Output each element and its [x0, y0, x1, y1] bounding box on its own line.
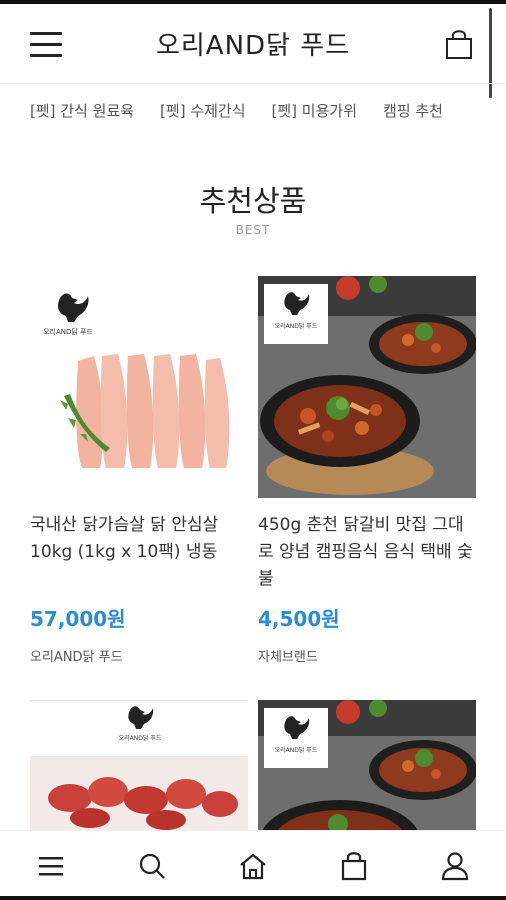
pan-main-dakgalbi	[260, 375, 420, 467]
pan-top-right	[369, 314, 476, 374]
product-card[interactable]: 오리AND닭 푸드 450g 춘천 닭갈비 맛집 그대로 양념 캠핑음식 음식 …	[258, 276, 476, 665]
product-image[interactable]: 오리AND닭 푸드	[258, 700, 476, 830]
menu-icon[interactable]	[31, 846, 71, 886]
category-item-camping[interactable]: 캠핑 추천	[383, 94, 443, 128]
category-item-pet-grooming-scissors[interactable]: [펫] 미용가위	[272, 94, 357, 128]
brand-logo-text: 오리AND닭 푸드	[275, 322, 318, 330]
category-item-pet-handmade-snacks[interactable]: [펫] 수제간식	[160, 94, 245, 128]
pan-top-right	[369, 740, 476, 800]
product-card[interactable]: 오리AND닭 푸드	[258, 700, 476, 830]
bottom-nav	[0, 830, 506, 900]
product-image[interactable]: 오리AND닭 푸드	[30, 700, 248, 830]
site-title[interactable]: 오리AND닭 푸드	[156, 25, 350, 62]
section-title: 추천상품	[199, 184, 307, 218]
hamburger-menu-icon[interactable]	[30, 32, 62, 58]
product-brand: 오리AND닭 푸드	[30, 650, 123, 665]
product-price: 57,000원	[30, 607, 126, 631]
shopping-bag-icon[interactable]	[334, 846, 374, 886]
product-brand: 자체브랜드	[258, 650, 318, 665]
home-icon[interactable]	[233, 846, 273, 886]
site-header: 오리AND닭 푸드	[0, 4, 506, 84]
product-card[interactable]: 오리AND닭 푸드 국내산 닭가슴살 닭 안심살 10kg (1kg x 10팩…	[30, 276, 248, 665]
logo-box: 오리AND닭 푸드	[264, 284, 328, 344]
product-card[interactable]: 오리AND닭 푸드	[30, 700, 248, 830]
brand-logo-text: 오리AND닭 푸드	[43, 327, 93, 336]
logo-box: 오리AND닭 푸드	[264, 708, 328, 768]
brand-logo-text: 오리AND닭 푸드	[119, 734, 162, 742]
product-image[interactable]: 오리AND닭 푸드	[30, 276, 248, 498]
shopping-bag-icon[interactable]	[444, 28, 474, 60]
search-icon[interactable]	[132, 846, 172, 886]
brand-logo-text: 오리AND닭 푸드	[275, 746, 318, 754]
section-subtitle: BEST	[235, 223, 271, 237]
status-bottom-line	[0, 896, 506, 900]
product-image[interactable]: 오리AND닭 푸드	[258, 276, 476, 498]
category-nav: [펫] 간식 원료육 [펫] 수제간식 [펫] 미용가위 캠핑 추천	[30, 94, 506, 128]
product-name[interactable]: 국내산 닭가슴살 닭 안심살 10kg (1kg x 10팩) 냉동	[30, 512, 248, 593]
product-name[interactable]: 450g 춘천 닭갈비 맛집 그대로 양념 캠핑음식 음식 택배 숯불	[258, 512, 476, 593]
category-item-pet-raw-meat[interactable]: [펫] 간식 원료육	[30, 94, 134, 128]
user-icon[interactable]	[435, 846, 475, 886]
product-price: 4,500원	[258, 607, 340, 631]
